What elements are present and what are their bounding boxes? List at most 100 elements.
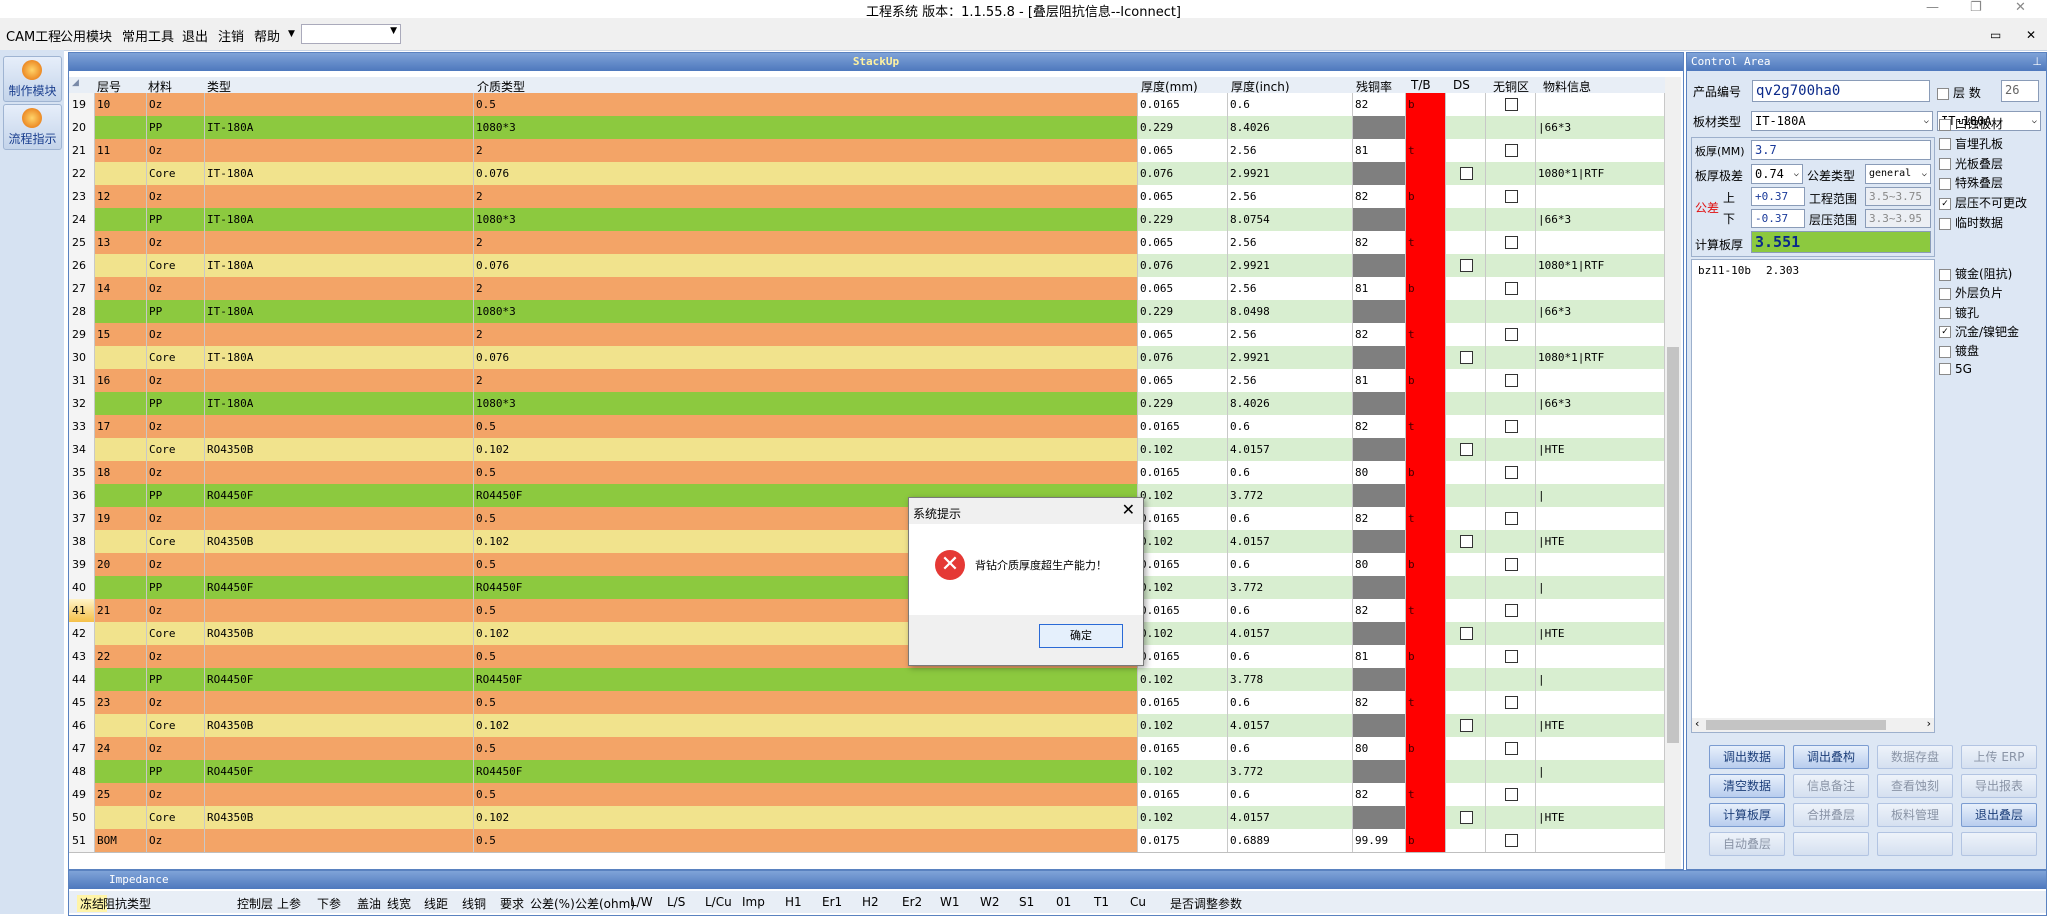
imp-col[interactable]: 公差(%)	[530, 895, 575, 912]
cell-inch[interactable]: 4.0157	[1228, 438, 1353, 461]
checkbox[interactable]	[1505, 189, 1518, 203]
cell-tb[interactable]	[1406, 208, 1446, 231]
nav-make-module-button[interactable]: 制作模块	[3, 56, 62, 102]
table-row[interactable]: 22 Core IT-180A 0.076 0.076 2.9921 1080*1|RTF	[69, 162, 1665, 186]
board-type-select[interactable]: IT-180A ⌵	[1751, 111, 1933, 131]
cell-layer[interactable]: 13	[95, 231, 147, 254]
cell-inch[interactable]: 8.0498	[1228, 300, 1353, 323]
cell-mm[interactable]: 0.076	[1138, 162, 1228, 185]
cell-cu[interactable]: 82	[1353, 783, 1406, 806]
cell-tb[interactable]: t	[1406, 231, 1446, 254]
cell-tb[interactable]	[1406, 300, 1446, 323]
checkbox[interactable]	[1505, 143, 1518, 157]
cell-ds[interactable]	[1446, 461, 1486, 484]
cell-ds[interactable]	[1446, 599, 1486, 622]
cell-type[interactable]: RO4450F	[205, 576, 474, 599]
cell-inch[interactable]: 2.9921	[1228, 346, 1353, 369]
checkbox[interactable]	[1505, 281, 1518, 295]
cell-layer[interactable]: BOM	[95, 829, 147, 852]
cell-nocu[interactable]	[1486, 185, 1536, 208]
cell-cu[interactable]: 81	[1353, 369, 1406, 392]
cell-inch[interactable]: 3.772	[1228, 760, 1353, 783]
cell-tb[interactable]	[1406, 484, 1446, 507]
ctrl-button-10[interactable]: 板料管理	[1877, 803, 1953, 827]
cell-mm[interactable]: 0.102	[1138, 576, 1228, 599]
ctrl-button-1[interactable]: 调出叠构	[1793, 745, 1869, 769]
cell-nocu[interactable]	[1486, 507, 1536, 530]
cell-type[interactable]	[205, 369, 474, 392]
cell-nocu[interactable]	[1486, 783, 1536, 806]
cell-cu[interactable]	[1353, 438, 1406, 461]
cell-info[interactable]: |HTE	[1536, 806, 1665, 829]
checkbox[interactable]	[1505, 787, 1518, 801]
cell-layer[interactable]	[95, 530, 147, 553]
cell-cu[interactable]: 82	[1353, 231, 1406, 254]
cell-type[interactable]: RO4350B	[205, 806, 474, 829]
cell-type[interactable]	[205, 231, 474, 254]
cell-mm[interactable]: 0.0165	[1138, 93, 1228, 116]
cell-tb[interactable]	[1406, 622, 1446, 645]
cell-med[interactable]: 0.5	[474, 829, 1138, 852]
checkbox[interactable]	[1460, 350, 1473, 364]
cell-cu[interactable]: 82	[1353, 93, 1406, 116]
cell-info[interactable]: |66*3	[1536, 392, 1665, 415]
cell-mm[interactable]: 0.0175	[1138, 829, 1228, 852]
cell-info[interactable]	[1536, 829, 1665, 852]
cell-mat[interactable]: Oz	[147, 231, 205, 254]
cell-layer[interactable]	[95, 208, 147, 231]
cell-type[interactable]	[205, 185, 474, 208]
cell-info[interactable]	[1536, 783, 1665, 806]
imp-col[interactable]: 上参	[277, 895, 301, 912]
cell-info[interactable]	[1536, 507, 1665, 530]
cell-mat[interactable]: Oz	[147, 369, 205, 392]
row-number[interactable]: 42	[69, 622, 95, 645]
cell-mm[interactable]: 0.065	[1138, 231, 1228, 254]
cell-info[interactable]: |	[1536, 484, 1665, 507]
row-number[interactable]: 35	[69, 461, 95, 484]
checkbox[interactable]	[1505, 603, 1518, 617]
cell-ds[interactable]	[1446, 392, 1486, 415]
cell-info[interactable]: |HTE	[1536, 714, 1665, 737]
cell-ds[interactable]	[1446, 530, 1486, 553]
cell-ds[interactable]	[1446, 714, 1486, 737]
lower-tol-input[interactable]: -0.37	[1751, 209, 1805, 228]
cell-cu[interactable]	[1353, 208, 1406, 231]
cell-inch[interactable]: 4.0157	[1228, 714, 1353, 737]
cell-inch[interactable]: 0.6	[1228, 599, 1353, 622]
ctrl-button-13[interactable]	[1793, 832, 1869, 856]
cell-ds[interactable]	[1446, 116, 1486, 139]
cell-layer[interactable]	[95, 484, 147, 507]
row-number[interactable]: 21	[69, 139, 95, 162]
cell-mat[interactable]: Oz	[147, 185, 205, 208]
row-number[interactable]: 46	[69, 714, 95, 737]
cell-ds[interactable]	[1446, 737, 1486, 760]
scroll-left-icon[interactable]: ‹	[1695, 717, 1699, 730]
cell-mat[interactable]: Oz	[147, 461, 205, 484]
cell-type[interactable]: IT-180A	[205, 392, 474, 415]
cell-nocu[interactable]	[1486, 760, 1536, 783]
cell-layer[interactable]: 11	[95, 139, 147, 162]
checkbox[interactable]	[1460, 534, 1473, 548]
cell-nocu[interactable]	[1486, 806, 1536, 829]
cell-mat[interactable]: Oz	[147, 139, 205, 162]
cell-layer[interactable]: 15	[95, 323, 147, 346]
cell-tb[interactable]: b	[1406, 829, 1446, 852]
cell-nocu[interactable]	[1486, 645, 1536, 668]
cell-med[interactable]: 0.5	[474, 461, 1138, 484]
cell-inch[interactable]: 2.56	[1228, 369, 1353, 392]
cell-info[interactable]: |	[1536, 668, 1665, 691]
cell-inch[interactable]: 3.778	[1228, 668, 1353, 691]
cell-info[interactable]	[1536, 139, 1665, 162]
row-number[interactable]: 31	[69, 369, 95, 392]
cell-cu[interactable]	[1353, 484, 1406, 507]
cell-info[interactable]: |HTE	[1536, 438, 1665, 461]
cell-type[interactable]	[205, 93, 474, 116]
table-row[interactable]: 23 12 Oz 2 0.065 2.56 82 b	[69, 185, 1665, 209]
cell-info[interactable]	[1536, 553, 1665, 576]
row-number[interactable]: 22	[69, 162, 95, 185]
row-number[interactable]: 51	[69, 829, 95, 852]
cell-inch[interactable]: 2.56	[1228, 323, 1353, 346]
cell-mm[interactable]: 0.102	[1138, 714, 1228, 737]
cell-ds[interactable]	[1446, 415, 1486, 438]
table-row[interactable]: 26 Core IT-180A 0.076 0.076 2.9921 1080*1|RTF	[69, 254, 1665, 278]
